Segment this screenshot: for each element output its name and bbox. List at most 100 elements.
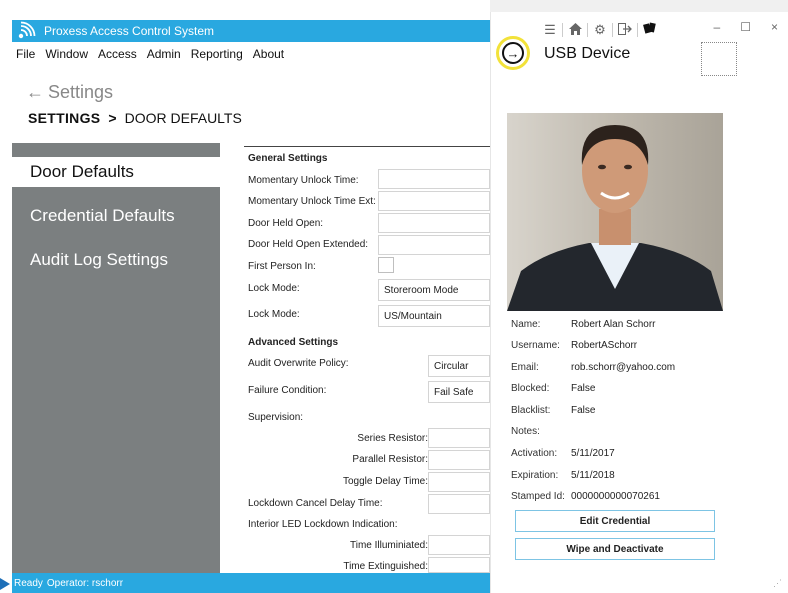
- toolbar-divider: [587, 23, 588, 37]
- menu-about[interactable]: About: [253, 47, 284, 61]
- series-resistor-input[interactable]: [428, 428, 490, 448]
- menu-icon[interactable]: ☰: [541, 22, 559, 38]
- toolbar-divider: [562, 23, 563, 37]
- advanced-settings-heading: Advanced Settings: [248, 337, 339, 348]
- lockdown-cancel-delay-time-input[interactable]: [428, 494, 490, 514]
- door-held-open-input[interactable]: [378, 213, 490, 233]
- stamped-id-label: Stamped Id:: [511, 491, 565, 502]
- minimize-icon[interactable]: –: [714, 20, 721, 34]
- lock-mode-select[interactable]: Storeroom Mode: [378, 279, 490, 301]
- audit-overwrite-policy-select[interactable]: Circular: [428, 355, 490, 377]
- time-zone-select[interactable]: US/Mountain: [378, 305, 490, 327]
- lock-mode-label: Lock Mode:: [248, 283, 300, 294]
- time-extinguished-input[interactable]: [428, 557, 490, 573]
- gear-icon[interactable]: ⚙: [591, 22, 609, 38]
- pointer-marker-icon: [0, 578, 10, 590]
- time-zone-label: Lock Mode:: [248, 309, 300, 320]
- close-icon[interactable]: ×: [771, 20, 778, 34]
- series-resistor-label: Series Resistor:: [357, 433, 428, 444]
- general-settings-heading: General Settings: [248, 153, 328, 164]
- settings-sidebar: Door Defaults Credential Defaults Audit …: [12, 143, 220, 573]
- back-label: Settings: [48, 82, 114, 102]
- sidebar-item-label: Credential Defaults: [30, 206, 175, 225]
- door-held-open-extended-input[interactable]: [378, 235, 490, 255]
- blocked-label: Blocked:: [511, 383, 550, 394]
- toolbar-divider: [612, 23, 613, 37]
- resize-grip-icon[interactable]: ⋰: [773, 578, 782, 589]
- sidebar-item-door-defaults[interactable]: Door Defaults: [12, 157, 220, 187]
- menu-file[interactable]: File: [16, 47, 35, 61]
- momentary-unlock-time-label: Momentary Unlock Time:: [248, 175, 359, 186]
- breadcrumb: SETTINGS > DOOR DEFAULTS: [28, 110, 242, 126]
- usb-toolbar: ☰ ⚙: [541, 20, 659, 40]
- usb-connect-button[interactable]: →: [496, 36, 530, 70]
- breadcrumb-current: DOOR DEFAULTS: [124, 110, 242, 126]
- first-person-in-checkbox[interactable]: [378, 257, 394, 273]
- name-label: Name:: [511, 319, 541, 330]
- home-icon[interactable]: [566, 22, 584, 38]
- toggle-delay-time-label: Toggle Delay Time:: [342, 476, 428, 487]
- activation-label: Activation:: [511, 448, 558, 459]
- momentary-unlock-time-input[interactable]: [378, 169, 490, 189]
- back-button[interactable]: ← Settings: [26, 82, 113, 103]
- expiration-value: 5/11/2018: [571, 470, 615, 481]
- usb-device-window: ☰ ⚙ – ☐ × → USB Device Name: Robert Alan…: [490, 12, 788, 593]
- maximize-icon[interactable]: ☐: [740, 20, 751, 34]
- time-extinguished-label: Time Extinguished:: [343, 561, 428, 572]
- window-title: Proxess Access Control System: [44, 24, 215, 38]
- expiration-label: Expiration:: [511, 470, 559, 481]
- parallel-resistor-input[interactable]: [428, 450, 490, 470]
- back-arrow-icon: ←: [26, 82, 44, 102]
- interior-led-lockdown-indication-label: Interior LED Lockdown Indication:: [248, 519, 398, 530]
- menu-admin[interactable]: Admin: [147, 47, 181, 61]
- edit-credential-button[interactable]: Edit Credential: [515, 510, 715, 532]
- section-divider: [244, 146, 490, 147]
- blacklist-label: Blacklist:: [511, 405, 551, 416]
- blacklist-value: False: [571, 405, 596, 416]
- activation-value: 5/11/2017: [571, 448, 615, 459]
- failure-condition-select[interactable]: Fail Safe: [428, 381, 490, 403]
- status-bar: Ready Operator: rschorr: [12, 573, 490, 593]
- wipe-and-deactivate-button[interactable]: Wipe and Deactivate: [515, 538, 715, 560]
- menu-bar: File Window Access Admin Reporting About: [12, 44, 490, 64]
- usb-window-title: USB Device: [544, 45, 631, 62]
- door-defaults-panel: General Settings Momentary Unlock Time: …: [244, 143, 490, 573]
- status-operator: Operator: rschorr: [46, 577, 124, 589]
- blocked-value: False: [571, 383, 596, 394]
- stamped-id-value: 0000000000070261: [571, 491, 660, 502]
- momentary-unlock-time-ext-input[interactable]: [378, 191, 490, 211]
- parallel-resistor-label: Parallel Resistor:: [352, 454, 428, 465]
- exit-icon[interactable]: [616, 22, 634, 38]
- usb-window-controls: – ☐ ×: [714, 20, 778, 34]
- first-person-in-label: First Person In:: [248, 261, 316, 272]
- menu-window[interactable]: Window: [45, 47, 88, 61]
- momentary-unlock-time-ext-label: Momentary Unlock Time Ext:: [248, 196, 376, 207]
- credential-photo: [507, 113, 723, 311]
- sidebar-item-credential-defaults[interactable]: Credential Defaults: [12, 201, 220, 231]
- time-illuminated-label: Time Illuminiated:: [350, 540, 428, 551]
- focus-placeholder: [701, 42, 737, 76]
- name-value: Robert Alan Schorr: [571, 319, 656, 330]
- sidebar-item-label: Door Defaults: [30, 162, 134, 181]
- lockdown-cancel-delay-time-label: Lockdown Cancel Delay Time:: [248, 498, 383, 509]
- time-illuminated-input[interactable]: [428, 535, 490, 555]
- username-label: Username:: [511, 340, 560, 351]
- menu-reporting[interactable]: Reporting: [191, 47, 243, 61]
- proxess-logo-icon: [18, 21, 36, 39]
- menu-access[interactable]: Access: [98, 47, 137, 61]
- arrow-right-icon: →: [502, 42, 524, 64]
- title-bar: Proxess Access Control System: [12, 20, 490, 42]
- toolbar-divider: [637, 23, 638, 37]
- door-held-open-label: Door Held Open:: [248, 218, 324, 229]
- status-ready: Ready: [14, 577, 43, 589]
- sidebar-item-audit-log-settings[interactable]: Audit Log Settings: [12, 245, 220, 275]
- username-value: RobertASchorr: [571, 340, 638, 351]
- audit-overwrite-policy-label: Audit Overwrite Policy:: [248, 358, 349, 369]
- breadcrumb-root[interactable]: SETTINGS: [28, 110, 100, 126]
- cards-icon[interactable]: [641, 22, 659, 38]
- notes-label: Notes:: [511, 426, 540, 437]
- email-label: Email:: [511, 362, 539, 373]
- door-held-open-extended-label: Door Held Open Extended:: [248, 239, 369, 250]
- supervision-label: Supervision:: [248, 412, 304, 423]
- toggle-delay-time-input[interactable]: [428, 472, 490, 492]
